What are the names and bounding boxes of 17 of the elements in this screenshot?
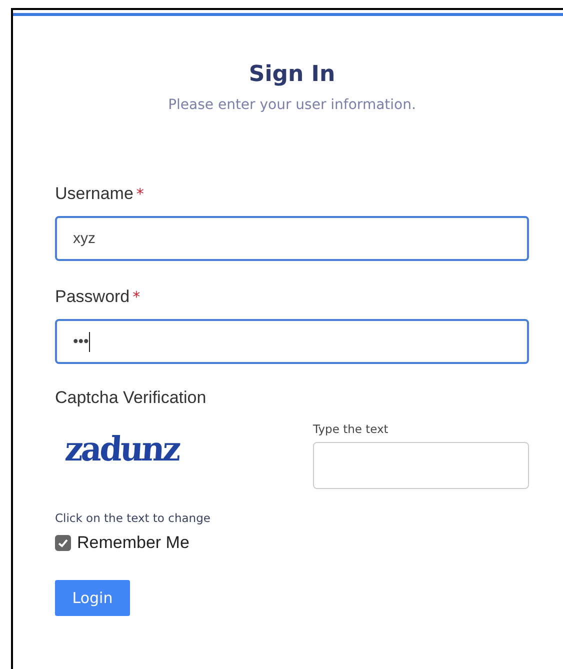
- captcha-text[interactable]: zadunz: [64, 429, 180, 469]
- remember-label: Remember Me: [77, 533, 190, 553]
- field-label: Username: [55, 184, 134, 204]
- page-title: Sign In: [248, 62, 336, 87]
- login-button[interactable]: Login: [55, 580, 130, 616]
- input-field[interactable]: •••: [55, 319, 529, 364]
- captcha-input-label: Type the text: [313, 422, 390, 436]
- check-icon: [57, 537, 69, 549]
- field-label: Password: [55, 287, 130, 307]
- required-mark: *: [132, 288, 140, 306]
- required-mark: *: [136, 185, 144, 203]
- remember-checkbox[interactable]: [55, 535, 71, 551]
- input-field[interactable]: xyz: [55, 216, 529, 261]
- subtitle: Please enter your user information.: [168, 97, 416, 113]
- captcha-heading: Captcha Verification: [55, 388, 208, 408]
- captcha-hint: Click on the text to change: [55, 511, 212, 525]
- captcha-input-field[interactable]: [313, 442, 529, 489]
